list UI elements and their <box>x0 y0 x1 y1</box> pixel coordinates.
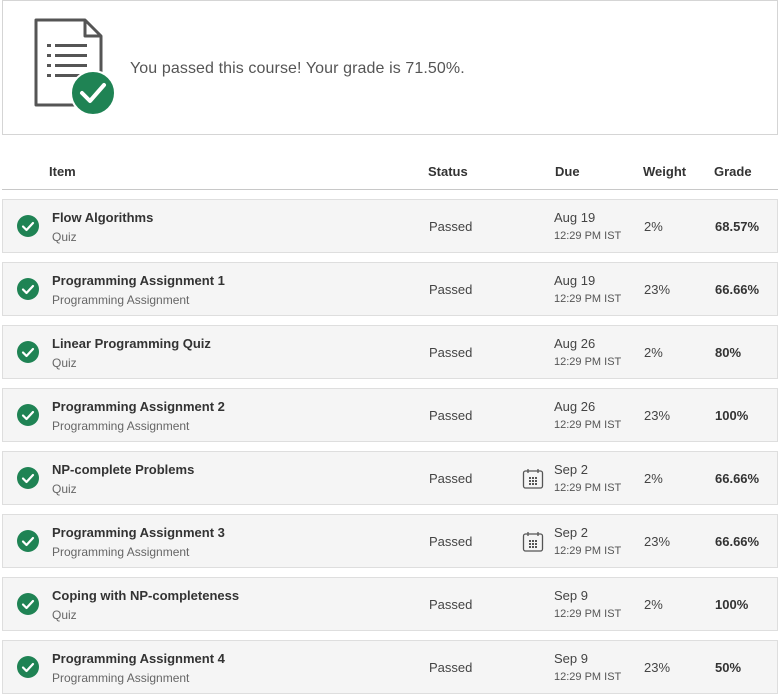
weight-value: 23% <box>644 408 671 423</box>
table-row[interactable]: Programming Assignment 4 Programming Ass… <box>2 640 778 694</box>
due-time: 12:29 PM IST <box>554 230 622 242</box>
due-time: 12:29 PM IST <box>554 356 622 368</box>
status-text: Passed <box>429 408 473 423</box>
due-time: 12:29 PM IST <box>554 293 622 305</box>
column-header-status[interactable]: Status <box>428 164 468 179</box>
course-grade-message: You passed this course! Your grade is 71… <box>130 60 465 77</box>
passed-check-icon <box>17 215 39 237</box>
column-header-grade[interactable]: Grade <box>714 164 752 179</box>
calendar-icon[interactable] <box>521 467 545 491</box>
passed-check-icon <box>17 530 39 552</box>
due-date: Sep 9 <box>554 588 588 603</box>
calendar-icon[interactable] <box>521 530 545 554</box>
grade-value: 50% <box>715 660 742 675</box>
grades-table-header: Item Status Due Weight Grade <box>2 152 778 190</box>
grade-value: 100% <box>715 597 749 612</box>
status-text: Passed <box>429 471 473 486</box>
passed-check-icon <box>17 278 39 300</box>
grade-value: 68.57% <box>715 219 760 234</box>
grade-value: 100% <box>715 408 749 423</box>
table-row[interactable]: Programming Assignment 2 Programming Ass… <box>2 388 778 442</box>
item-type: Quiz <box>52 230 77 244</box>
table-row[interactable]: Flow Algorithms Quiz Passed Aug 19 12:29… <box>2 199 778 253</box>
document-check-icon <box>34 18 116 116</box>
due-date: Sep 2 <box>554 525 588 540</box>
item-title-link[interactable]: Programming Assignment 4 <box>52 651 225 666</box>
grade-value: 80% <box>715 345 742 360</box>
weight-value: 2% <box>644 597 663 612</box>
passed-check-icon <box>17 593 39 615</box>
due-date: Sep 2 <box>554 462 588 477</box>
column-header-weight[interactable]: Weight <box>643 164 686 179</box>
passed-check-icon <box>17 467 39 489</box>
weight-value: 2% <box>644 345 663 360</box>
status-text: Passed <box>429 534 473 549</box>
weight-value: 23% <box>644 282 671 297</box>
item-type: Quiz <box>52 356 77 370</box>
status-text: Passed <box>429 345 473 360</box>
grade-value: 66.66% <box>715 282 760 297</box>
table-row[interactable]: Coping with NP-completeness Quiz Passed … <box>2 577 778 631</box>
item-type: Programming Assignment <box>52 671 190 685</box>
course-result-banner: You passed this course! Your grade is 71… <box>2 0 778 135</box>
grade-value: 66.66% <box>715 534 760 549</box>
item-type: Programming Assignment <box>52 545 190 559</box>
weight-value: 23% <box>644 660 671 675</box>
table-row[interactable]: Programming Assignment 1 Programming Ass… <box>2 262 778 316</box>
due-time: 12:29 PM IST <box>554 608 622 620</box>
item-title-link[interactable]: NP-complete Problems <box>52 462 194 477</box>
item-type: Quiz <box>52 608 77 622</box>
item-type: Quiz <box>52 482 77 496</box>
column-header-item[interactable]: Item <box>49 164 76 179</box>
item-title-link[interactable]: Programming Assignment 2 <box>52 399 225 414</box>
due-date: Aug 26 <box>554 399 596 414</box>
item-title-link[interactable]: Coping with NP-completeness <box>52 588 239 603</box>
status-text: Passed <box>429 219 473 234</box>
due-time: 12:29 PM IST <box>554 419 622 431</box>
status-text: Passed <box>429 282 473 297</box>
column-header-due[interactable]: Due <box>555 164 580 179</box>
due-date: Aug 19 <box>554 273 596 288</box>
grade-value: 66.66% <box>715 471 760 486</box>
due-time: 12:29 PM IST <box>554 482 622 494</box>
due-time: 12:29 PM IST <box>554 671 622 683</box>
passed-check-icon <box>17 656 39 678</box>
weight-value: 2% <box>644 219 663 234</box>
weight-value: 2% <box>644 471 663 486</box>
due-date: Aug 19 <box>554 210 596 225</box>
item-title-link[interactable]: Linear Programming Quiz <box>52 336 211 351</box>
due-date: Aug 26 <box>554 336 596 351</box>
table-row[interactable]: NP-complete Problems Quiz Passed Sep 2 1… <box>2 451 778 505</box>
passed-check-icon <box>17 404 39 426</box>
table-row[interactable]: Linear Programming Quiz Quiz Passed Aug … <box>2 325 778 379</box>
passed-check-icon <box>17 341 39 363</box>
item-title-link[interactable]: Programming Assignment 3 <box>52 525 225 540</box>
status-text: Passed <box>429 597 473 612</box>
status-text: Passed <box>429 660 473 675</box>
due-time: 12:29 PM IST <box>554 545 622 557</box>
table-row[interactable]: Programming Assignment 3 Programming Ass… <box>2 514 778 568</box>
due-date: Sep 9 <box>554 651 588 666</box>
item-type: Programming Assignment <box>52 293 190 307</box>
item-title-link[interactable]: Programming Assignment 1 <box>52 273 225 288</box>
weight-value: 23% <box>644 534 671 549</box>
item-title-link[interactable]: Flow Algorithms <box>52 210 153 225</box>
item-type: Programming Assignment <box>52 419 190 433</box>
